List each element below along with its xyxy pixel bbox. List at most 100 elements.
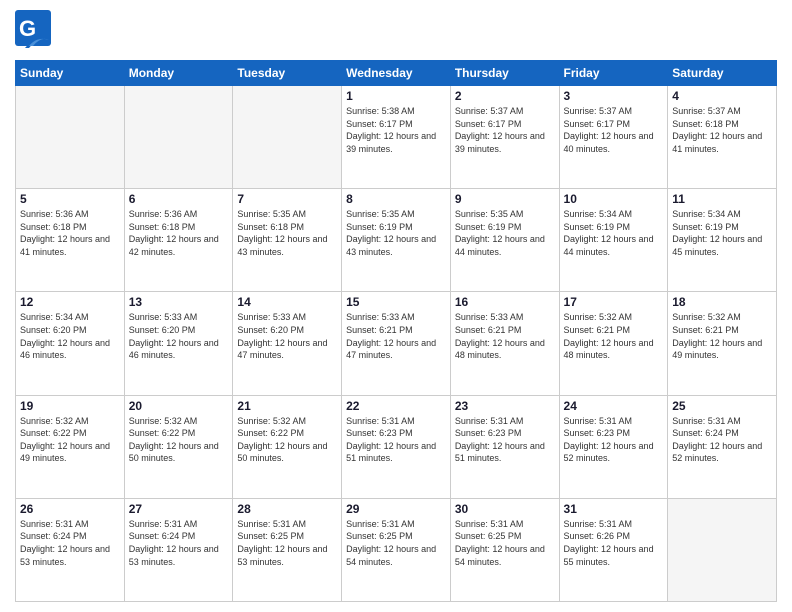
calendar-cell-3-6: 17 Sunrise: 5:32 AMSunset: 6:21 PMDayligh… — [559, 292, 668, 395]
day-number: 21 — [237, 399, 337, 413]
day-number: 12 — [20, 295, 120, 309]
day-number: 18 — [672, 295, 772, 309]
weekday-header-friday: Friday — [559, 61, 668, 86]
calendar-cell-3-4: 15Sunrise: 5:33 AMSunset: 6:21 PMDayligh… — [342, 292, 451, 395]
calendar-cell-2-1: 5 Sunrise: 5:36 AMSunset: 6:18 PMDaylight… — [16, 189, 125, 292]
calendar-cell-3-5: 16 Sunrise: 5:33 AMSunset: 6:21 PMDayligh… — [450, 292, 559, 395]
day-number: 2 — [455, 89, 555, 103]
calendar-cell-2-5: 9 Sunrise: 5:35 AMSunset: 6:19 PMDaylight… — [450, 189, 559, 292]
calendar-cell-4-4: 22Sunrise: 5:31 AMSunset: 6:23 PMDayligh… — [342, 395, 451, 498]
cell-info: Sunrise: 5:32 AMSunset: 6:21 PMDaylight:… — [564, 311, 664, 361]
calendar-cell-1-3 — [233, 86, 342, 189]
cell-info: Sunrise: 5:33 AMSunset: 6:21 PMDaylight:… — [455, 311, 555, 361]
weekday-header-saturday: Saturday — [668, 61, 777, 86]
weekday-header-sunday: Sunday — [16, 61, 125, 86]
calendar-cell-1-6: 3 Sunrise: 5:37 AMSunset: 6:17 PMDaylight… — [559, 86, 668, 189]
day-number: 3 — [564, 89, 664, 103]
cell-info: Sunrise: 5:31 AMSunset: 6:25 PMDaylight:… — [237, 518, 337, 568]
cell-info: Sunrise: 5:35 AMSunset: 6:19 PMDaylight:… — [346, 208, 446, 258]
day-number: 6 — [129, 192, 229, 206]
day-number: 7 — [237, 192, 337, 206]
calendar-cell-1-2 — [124, 86, 233, 189]
day-number: 24 — [564, 399, 664, 413]
cell-info: Sunrise: 5:31 AMSunset: 6:25 PMDaylight:… — [346, 518, 446, 568]
cell-info: Sunrise: 5:37 AMSunset: 6:18 PMDaylight:… — [672, 105, 772, 155]
cell-info: Sunrise: 5:31 AMSunset: 6:24 PMDaylight:… — [129, 518, 229, 568]
header: G — [15, 10, 777, 54]
cell-info: Sunrise: 5:34 AMSunset: 6:20 PMDaylight:… — [20, 311, 120, 361]
calendar-cell-3-2: 13Sunrise: 5:33 AMSunset: 6:20 PMDayligh… — [124, 292, 233, 395]
week-row-1: 1Sunrise: 5:38 AMSunset: 6:17 PMDaylight… — [16, 86, 777, 189]
calendar-cell-4-2: 20 Sunrise: 5:32 AMSunset: 6:22 PMDayligh… — [124, 395, 233, 498]
cell-info: Sunrise: 5:38 AMSunset: 6:17 PMDaylight:… — [346, 105, 446, 155]
cell-info: Sunrise: 5:36 AMSunset: 6:18 PMDaylight:… — [129, 208, 229, 258]
cell-info: Sunrise: 5:35 AMSunset: 6:18 PMDaylight:… — [237, 208, 337, 258]
day-number: 17 — [564, 295, 664, 309]
calendar-cell-3-3: 14 Sunrise: 5:33 AMSunset: 6:20 PMDayligh… — [233, 292, 342, 395]
calendar-cell-3-1: 12 Sunrise: 5:34 AMSunset: 6:20 PMDayligh… — [16, 292, 125, 395]
cell-info: Sunrise: 5:33 AMSunset: 6:21 PMDaylight:… — [346, 311, 446, 361]
calendar-cell-2-7: 11Sunrise: 5:34 AMSunset: 6:19 PMDayligh… — [668, 189, 777, 292]
cell-info: Sunrise: 5:32 AMSunset: 6:21 PMDaylight:… — [672, 311, 772, 361]
day-number: 28 — [237, 502, 337, 516]
calendar-cell-3-7: 18 Sunrise: 5:32 AMSunset: 6:21 PMDayligh… — [668, 292, 777, 395]
cell-info: Sunrise: 5:31 AMSunset: 6:24 PMDaylight:… — [20, 518, 120, 568]
cell-info: Sunrise: 5:32 AMSunset: 6:22 PMDaylight:… — [237, 415, 337, 465]
logo: G — [15, 10, 55, 54]
weekday-header-row: SundayMondayTuesdayWednesdayThursdayFrid… — [16, 61, 777, 86]
day-number: 22 — [346, 399, 446, 413]
week-row-4: 19 Sunrise: 5:32 AMSunset: 6:22 PMDayligh… — [16, 395, 777, 498]
calendar-cell-1-4: 1Sunrise: 5:38 AMSunset: 6:17 PMDaylight… — [342, 86, 451, 189]
cell-info: Sunrise: 5:37 AMSunset: 6:17 PMDaylight:… — [564, 105, 664, 155]
day-number: 10 — [564, 192, 664, 206]
calendar-cell-1-1 — [16, 86, 125, 189]
calendar-cell-2-2: 6 Sunrise: 5:36 AMSunset: 6:18 PMDaylight… — [124, 189, 233, 292]
day-number: 5 — [20, 192, 120, 206]
page: G SundayMondayTuesdayWednesdayThursdayFr… — [0, 0, 792, 612]
day-number: 27 — [129, 502, 229, 516]
calendar-cell-2-3: 7 Sunrise: 5:35 AMSunset: 6:18 PMDaylight… — [233, 189, 342, 292]
calendar-cell-4-6: 24 Sunrise: 5:31 AMSunset: 6:23 PMDayligh… — [559, 395, 668, 498]
cell-info: Sunrise: 5:32 AMSunset: 6:22 PMDaylight:… — [20, 415, 120, 465]
day-number: 16 — [455, 295, 555, 309]
day-number: 8 — [346, 192, 446, 206]
svg-text:G: G — [19, 16, 36, 41]
weekday-header-wednesday: Wednesday — [342, 61, 451, 86]
cell-info: Sunrise: 5:37 AMSunset: 6:17 PMDaylight:… — [455, 105, 555, 155]
day-number: 31 — [564, 502, 664, 516]
weekday-header-monday: Monday — [124, 61, 233, 86]
cell-info: Sunrise: 5:31 AMSunset: 6:23 PMDaylight:… — [564, 415, 664, 465]
calendar-cell-1-7: 4 Sunrise: 5:37 AMSunset: 6:18 PMDaylight… — [668, 86, 777, 189]
day-number: 4 — [672, 89, 772, 103]
cell-info: Sunrise: 5:35 AMSunset: 6:19 PMDaylight:… — [455, 208, 555, 258]
calendar-cell-5-3: 28 Sunrise: 5:31 AMSunset: 6:25 PMDayligh… — [233, 498, 342, 601]
calendar-cell-5-6: 31 Sunrise: 5:31 AMSunset: 6:26 PMDayligh… — [559, 498, 668, 601]
cell-info: Sunrise: 5:32 AMSunset: 6:22 PMDaylight:… — [129, 415, 229, 465]
calendar-cell-4-1: 19 Sunrise: 5:32 AMSunset: 6:22 PMDayligh… — [16, 395, 125, 498]
day-number: 30 — [455, 502, 555, 516]
day-number: 26 — [20, 502, 120, 516]
day-number: 14 — [237, 295, 337, 309]
calendar-cell-5-1: 26 Sunrise: 5:31 AMSunset: 6:24 PMDayligh… — [16, 498, 125, 601]
day-number: 20 — [129, 399, 229, 413]
weekday-header-thursday: Thursday — [450, 61, 559, 86]
day-number: 13 — [129, 295, 229, 309]
day-number: 23 — [455, 399, 555, 413]
calendar-cell-5-7 — [668, 498, 777, 601]
day-number: 25 — [672, 399, 772, 413]
generalblue-icon: G — [15, 10, 51, 54]
week-row-3: 12 Sunrise: 5:34 AMSunset: 6:20 PMDayligh… — [16, 292, 777, 395]
weekday-header-tuesday: Tuesday — [233, 61, 342, 86]
cell-info: Sunrise: 5:31 AMSunset: 6:26 PMDaylight:… — [564, 518, 664, 568]
calendar-cell-2-6: 10Sunrise: 5:34 AMSunset: 6:19 PMDayligh… — [559, 189, 668, 292]
cell-info: Sunrise: 5:31 AMSunset: 6:23 PMDaylight:… — [455, 415, 555, 465]
calendar-cell-4-5: 23 Sunrise: 5:31 AMSunset: 6:23 PMDayligh… — [450, 395, 559, 498]
day-number: 19 — [20, 399, 120, 413]
cell-info: Sunrise: 5:36 AMSunset: 6:18 PMDaylight:… — [20, 208, 120, 258]
day-number: 9 — [455, 192, 555, 206]
calendar-cell-4-3: 21 Sunrise: 5:32 AMSunset: 6:22 PMDayligh… — [233, 395, 342, 498]
week-row-5: 26 Sunrise: 5:31 AMSunset: 6:24 PMDayligh… — [16, 498, 777, 601]
calendar-cell-5-2: 27 Sunrise: 5:31 AMSunset: 6:24 PMDayligh… — [124, 498, 233, 601]
cell-info: Sunrise: 5:33 AMSunset: 6:20 PMDaylight:… — [237, 311, 337, 361]
calendar-cell-2-4: 8 Sunrise: 5:35 AMSunset: 6:19 PMDaylight… — [342, 189, 451, 292]
